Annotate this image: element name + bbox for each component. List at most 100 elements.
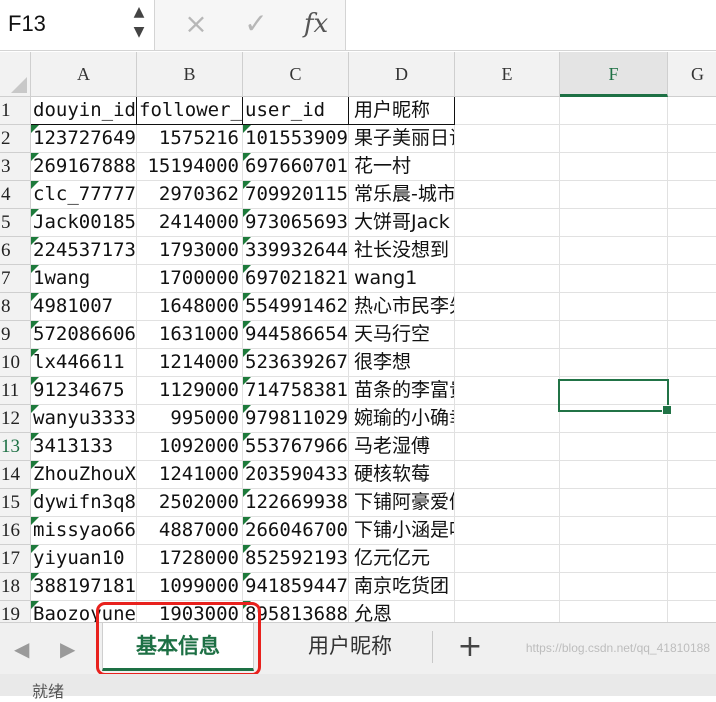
row-header[interactable]: 17: [0, 545, 31, 573]
column-header-a[interactable]: A: [31, 52, 137, 97]
table-cell[interactable]: 2414000: [137, 209, 243, 237]
table-cell[interactable]: 苗条的李富贵: [349, 377, 455, 405]
table-cell[interactable]: [455, 377, 560, 405]
row-header[interactable]: 1: [0, 97, 31, 125]
table-cell[interactable]: 895813688: [243, 601, 349, 622]
table-cell[interactable]: [668, 209, 716, 237]
column-header-d[interactable]: D: [349, 52, 455, 97]
table-cell[interactable]: [455, 573, 560, 601]
table-cell[interactable]: 2970362: [137, 181, 243, 209]
name-box-stepper-icon[interactable]: ▲ ▼: [126, 2, 152, 48]
table-cell[interactable]: 1wang: [31, 265, 137, 293]
select-all-corner[interactable]: [0, 52, 31, 97]
table-cell[interactable]: 266046700: [243, 517, 349, 545]
table-cell[interactable]: 269167888: [31, 153, 137, 181]
table-cell[interactable]: 15194000: [137, 153, 243, 181]
sheet-tab-basic-info[interactable]: 基本信息: [102, 623, 254, 671]
table-cell[interactable]: [455, 433, 560, 461]
table-cell[interactable]: 1214000: [137, 349, 243, 377]
table-cell[interactable]: 553767966: [243, 433, 349, 461]
table-cell[interactable]: [560, 461, 668, 489]
add-sheet-icon[interactable]: +: [452, 627, 488, 667]
table-cell[interactable]: [560, 153, 668, 181]
table-cell[interactable]: [668, 349, 716, 377]
header-cell-b[interactable]: follower_num: [137, 97, 243, 125]
table-cell[interactable]: [560, 321, 668, 349]
table-cell[interactable]: dywifn3q8: [31, 489, 137, 517]
table-cell[interactable]: 554991462: [243, 293, 349, 321]
table-cell[interactable]: [560, 433, 668, 461]
next-sheet-icon[interactable]: ▶: [60, 637, 75, 661]
table-cell[interactable]: [455, 517, 560, 545]
table-cell[interactable]: 1241000: [137, 461, 243, 489]
table-cell[interactable]: Baozoyune: [31, 601, 137, 622]
previous-sheet-icon[interactable]: ◀: [14, 637, 29, 661]
table-cell[interactable]: 709920115: [243, 181, 349, 209]
table-cell[interactable]: 1728000: [137, 545, 243, 573]
table-cell[interactable]: 2502000: [137, 489, 243, 517]
table-cell[interactable]: 1092000: [137, 433, 243, 461]
table-cell[interactable]: 852592193: [243, 545, 349, 573]
table-cell[interactable]: [668, 517, 716, 545]
table-cell[interactable]: 941859447: [243, 573, 349, 601]
table-cell[interactable]: 1631000: [137, 321, 243, 349]
table-cell[interactable]: 339932644: [243, 237, 349, 265]
table-cell[interactable]: 1793000: [137, 237, 243, 265]
header-cell-d[interactable]: 用户昵称: [349, 97, 455, 125]
table-cell[interactable]: [455, 237, 560, 265]
table-cell[interactable]: 很李想: [349, 349, 455, 377]
table-cell[interactable]: [455, 265, 560, 293]
row-header[interactable]: 9: [0, 321, 31, 349]
table-cell[interactable]: [668, 265, 716, 293]
header-cell-c[interactable]: user_id: [243, 97, 349, 125]
table-cell[interactable]: [455, 601, 560, 622]
table-cell[interactable]: 697660701: [243, 153, 349, 181]
row-header[interactable]: 19: [0, 601, 31, 622]
table-cell[interactable]: 203590433: [243, 461, 349, 489]
row-header[interactable]: 14: [0, 461, 31, 489]
table-cell[interactable]: [560, 601, 668, 622]
table-cell[interactable]: 714758381: [243, 377, 349, 405]
table-cell[interactable]: 婉瑜的小确幸: [349, 405, 455, 433]
table-cell[interactable]: 91234675: [31, 377, 137, 405]
table-cell[interactable]: 4887000: [137, 517, 243, 545]
row-header[interactable]: 18: [0, 573, 31, 601]
table-cell[interactable]: [455, 153, 560, 181]
table-cell[interactable]: ZhouZhouX: [31, 461, 137, 489]
table-cell[interactable]: [560, 573, 668, 601]
table-cell[interactable]: 下铺小涵是吃货: [349, 517, 455, 545]
table-cell[interactable]: [668, 573, 716, 601]
table-cell[interactable]: 天马行空: [349, 321, 455, 349]
table-cell[interactable]: [668, 321, 716, 349]
table-cell[interactable]: [560, 97, 668, 125]
table-cell[interactable]: 979811029: [243, 405, 349, 433]
table-cell[interactable]: 4981007: [31, 293, 137, 321]
table-cell[interactable]: 亿元亿元: [349, 545, 455, 573]
table-cell[interactable]: [668, 601, 716, 622]
table-cell[interactable]: 1099000: [137, 573, 243, 601]
insert-function-icon[interactable]: fx: [298, 6, 334, 42]
row-header[interactable]: 6: [0, 237, 31, 265]
table-cell[interactable]: 硬核软莓: [349, 461, 455, 489]
table-cell[interactable]: clc_77777: [31, 181, 137, 209]
table-cell[interactable]: [455, 461, 560, 489]
table-cell[interactable]: 572086606: [31, 321, 137, 349]
table-cell[interactable]: [560, 545, 668, 573]
table-cell[interactable]: 995000: [137, 405, 243, 433]
column-header-e[interactable]: E: [455, 52, 560, 97]
table-cell[interactable]: [455, 489, 560, 517]
table-cell[interactable]: Jack00185: [31, 209, 137, 237]
table-cell[interactable]: 下铺阿豪爱偷吃: [349, 489, 455, 517]
table-cell[interactable]: 果子美丽日记: [349, 125, 455, 153]
column-header-f[interactable]: F: [560, 52, 668, 97]
row-header[interactable]: 8: [0, 293, 31, 321]
table-cell[interactable]: 常乐晨-城市传奇: [349, 181, 455, 209]
column-header-b[interactable]: B: [137, 52, 243, 97]
table-cell[interactable]: [668, 97, 716, 125]
table-cell[interactable]: wang1: [349, 265, 455, 293]
table-cell[interactable]: [668, 545, 716, 573]
table-cell[interactable]: 1648000: [137, 293, 243, 321]
table-cell[interactable]: [668, 377, 716, 405]
table-cell[interactable]: [455, 349, 560, 377]
table-cell[interactable]: [560, 349, 668, 377]
